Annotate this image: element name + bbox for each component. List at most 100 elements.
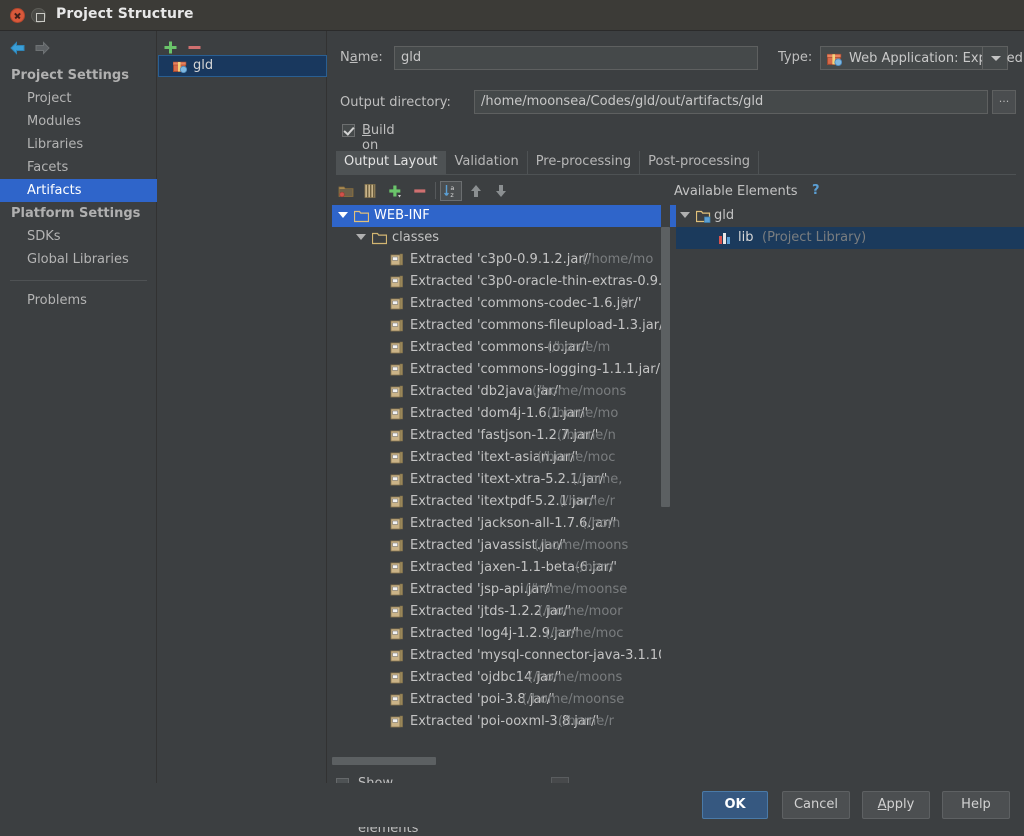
tree-row[interactable]: Extracted 'jaxen-1.1-beta-6.jar/' (/hom xyxy=(332,557,676,579)
jar-icon[interactable] xyxy=(362,183,378,199)
folder-icon xyxy=(371,231,388,245)
sidebar-item-project[interactable]: Project xyxy=(0,87,157,110)
extracted-jar-icon xyxy=(390,583,404,597)
tree-row[interactable]: Extracted 'commons-fileupload-1.3.jar/ xyxy=(332,315,676,337)
sort-az-icon[interactable]: a z xyxy=(443,183,459,199)
sidebar-item-global-libraries[interactable]: Global Libraries xyxy=(0,248,157,271)
tab-pre-processing[interactable]: Pre-processing xyxy=(527,151,641,174)
apply-button[interactable]: Apply xyxy=(862,791,930,819)
artifact-type-dropdown[interactable]: Web Application: Exploded xyxy=(820,46,1023,70)
extracted-jar-icon xyxy=(390,627,404,641)
window-title: Project Structure xyxy=(56,6,194,22)
tree-row-path: (/home/moonse xyxy=(522,692,625,707)
tree-row[interactable]: Extracted 'dom4j-1.6.1.jar/' (/home/mo xyxy=(332,403,676,425)
tree-row[interactable]: classes xyxy=(332,227,676,249)
chevron-down-icon[interactable] xyxy=(680,212,690,218)
close-icon[interactable] xyxy=(10,8,25,23)
tree-row-path: (/ xyxy=(620,296,630,311)
settings-sidebar: Project Settings Project Modules Librari… xyxy=(0,31,157,827)
maximize-icon[interactable] xyxy=(31,8,46,23)
plus-icon[interactable] xyxy=(387,183,403,199)
sidebar-item-problems[interactable]: Problems xyxy=(0,289,157,312)
apply-mnemonic: A xyxy=(877,797,887,812)
plus-icon[interactable] xyxy=(163,40,178,55)
extracted-jar-icon xyxy=(390,451,404,465)
tree-row[interactable]: Extracted 'itext-xtra-5.2.1.jar/' (/home, xyxy=(332,469,676,491)
list-item[interactable]: gld xyxy=(158,55,327,77)
tree-vertical-scrollbar[interactable] xyxy=(661,227,670,507)
type-label: Type: xyxy=(778,50,813,65)
tree-row[interactable]: Extracted 'commons-io.jar/' (/home/m xyxy=(332,337,676,359)
tree-row-label: Extracted 'commons-logging-1.1.1.jar/' xyxy=(410,362,664,377)
tree-row-path: (/home/r xyxy=(558,714,615,729)
help-icon[interactable]: ? xyxy=(812,183,820,198)
tree-row-path: (/home/moons xyxy=(534,538,629,553)
tree-row-path: (/home/moc xyxy=(545,626,624,641)
name-input[interactable]: gld xyxy=(394,46,758,70)
tree-row-label: Extracted 'commons-fileupload-1.3.jar/ xyxy=(410,318,664,333)
minus-icon[interactable] xyxy=(412,183,428,199)
tab-validation[interactable]: Validation xyxy=(446,151,528,174)
tree-row-label: Extracted 'commons-codec-1.6.jar/' xyxy=(410,296,642,311)
chevron-down-icon[interactable] xyxy=(356,234,366,240)
extracted-jar-icon xyxy=(390,605,404,619)
tree-row[interactable]: Extracted 'commons-codec-1.6.jar/' (/ xyxy=(332,293,676,315)
tree-row[interactable]: Extracted 'fastjson-1.2.7.jar/' (/home/n xyxy=(332,425,676,447)
tree-row[interactable]: Extracted 'commons-logging-1.1.1.jar/' xyxy=(332,359,676,381)
ok-button[interactable]: OK xyxy=(702,791,768,819)
tree-row[interactable]: lib (Project Library) xyxy=(676,227,1024,249)
sidebar-item-artifacts[interactable]: Artifacts xyxy=(0,179,157,202)
tree-row-path: (/home/moc xyxy=(537,450,616,465)
tree-row[interactable]: Extracted 'log4j-1.2.9.jar/' (/home/moc xyxy=(332,623,676,645)
sidebar-group-platform-settings: Platform Settings xyxy=(11,206,141,221)
tree-row-path: (/home/r xyxy=(559,494,616,509)
output-directory-input[interactable]: /home/moonsea/Codes/gld/out/artifacts/gl… xyxy=(474,90,988,114)
tree-row[interactable]: Extracted 'jackson-all-1.7.6.jar/' (/hom xyxy=(332,513,676,535)
tree-row[interactable]: gld xyxy=(676,205,1024,227)
chevron-down-icon[interactable] xyxy=(338,212,348,218)
extracted-jar-icon xyxy=(390,517,404,531)
tab-post-processing[interactable]: Post-processing xyxy=(640,151,760,174)
help-button[interactable]: Help xyxy=(942,791,1010,819)
build-on-make-checkbox[interactable] xyxy=(342,124,355,137)
toolbar-separator xyxy=(435,182,436,199)
folder-add-icon[interactable] xyxy=(338,183,354,199)
tree-row[interactable]: WEB-INF xyxy=(332,205,676,227)
tree-row[interactable]: Extracted 'poi-ooxml-3.8.jar/' (/home/r xyxy=(332,711,676,733)
tree-row-label: Extracted 'c3p0-0.9.1.2.jar/' xyxy=(410,252,592,267)
tree-row-label: Extracted 'mysql-connector-java-3.1.10 xyxy=(410,648,667,663)
arrow-right-icon[interactable] xyxy=(33,40,51,56)
sidebar-item-libraries[interactable]: Libraries xyxy=(0,133,157,156)
tabs-underline xyxy=(336,174,1016,175)
svg-text:z: z xyxy=(450,191,454,199)
arrow-up-icon[interactable] xyxy=(468,183,484,199)
tree-row[interactable]: Extracted 'c3p0-oracle-thin-extras-0.9.1 xyxy=(332,271,676,293)
sidebar-item-modules[interactable]: Modules xyxy=(0,110,157,133)
browse-directory-button[interactable]: ... xyxy=(992,90,1016,114)
arrow-left-icon[interactable] xyxy=(9,40,27,56)
tree-row[interactable]: Extracted 'jtds-1.2.2.jar/' (/home/moor xyxy=(332,601,676,623)
arrow-down-icon[interactable] xyxy=(493,183,509,199)
cancel-button[interactable]: Cancel xyxy=(782,791,850,819)
tree-row[interactable]: Extracted 'itext-asian.jar/' (/home/moc xyxy=(332,447,676,469)
tree-row[interactable]: Extracted 'poi-3.8.jar/' (/home/moonse xyxy=(332,689,676,711)
name-label: Name: xyxy=(340,50,383,65)
tree-row[interactable]: Extracted 'jsp-api.jar/' (/home/moonse xyxy=(332,579,676,601)
available-elements-tree[interactable]: gld lib (Project Library) xyxy=(676,205,1024,761)
sidebar-item-sdks[interactable]: SDKs xyxy=(0,225,157,248)
tree-row[interactable]: Extracted 'ojdbc14.jar/' (/home/moons xyxy=(332,667,676,689)
output-layout-tree[interactable]: WEB-INF classes Extracted 'c3p0-0.9.1.2.… xyxy=(332,205,676,761)
tree-row[interactable]: Extracted 'db2java.jar/' (/home/moons xyxy=(332,381,676,403)
sidebar-divider xyxy=(10,280,147,281)
chevron-down-icon[interactable] xyxy=(982,47,1007,69)
sidebar-item-facets[interactable]: Facets xyxy=(0,156,157,179)
tree-row[interactable]: Extracted 'javassist.jar/' (/home/moons xyxy=(332,535,676,557)
extracted-jar-icon xyxy=(390,671,404,685)
tree-row[interactable]: Extracted 'mysql-connector-java-3.1.10 xyxy=(332,645,676,667)
tree-row[interactable]: Extracted 'c3p0-0.9.1.2.jar/' (/home/mo xyxy=(332,249,676,271)
tree-horizontal-scrollbar[interactable] xyxy=(332,757,436,765)
minus-icon[interactable] xyxy=(187,40,202,55)
tree-row-suffix: (Project Library) xyxy=(762,230,867,245)
tree-row[interactable]: Extracted 'itextpdf-5.2.1.jar/' (/home/r xyxy=(332,491,676,513)
tab-output-layout[interactable]: Output Layout xyxy=(336,151,447,174)
